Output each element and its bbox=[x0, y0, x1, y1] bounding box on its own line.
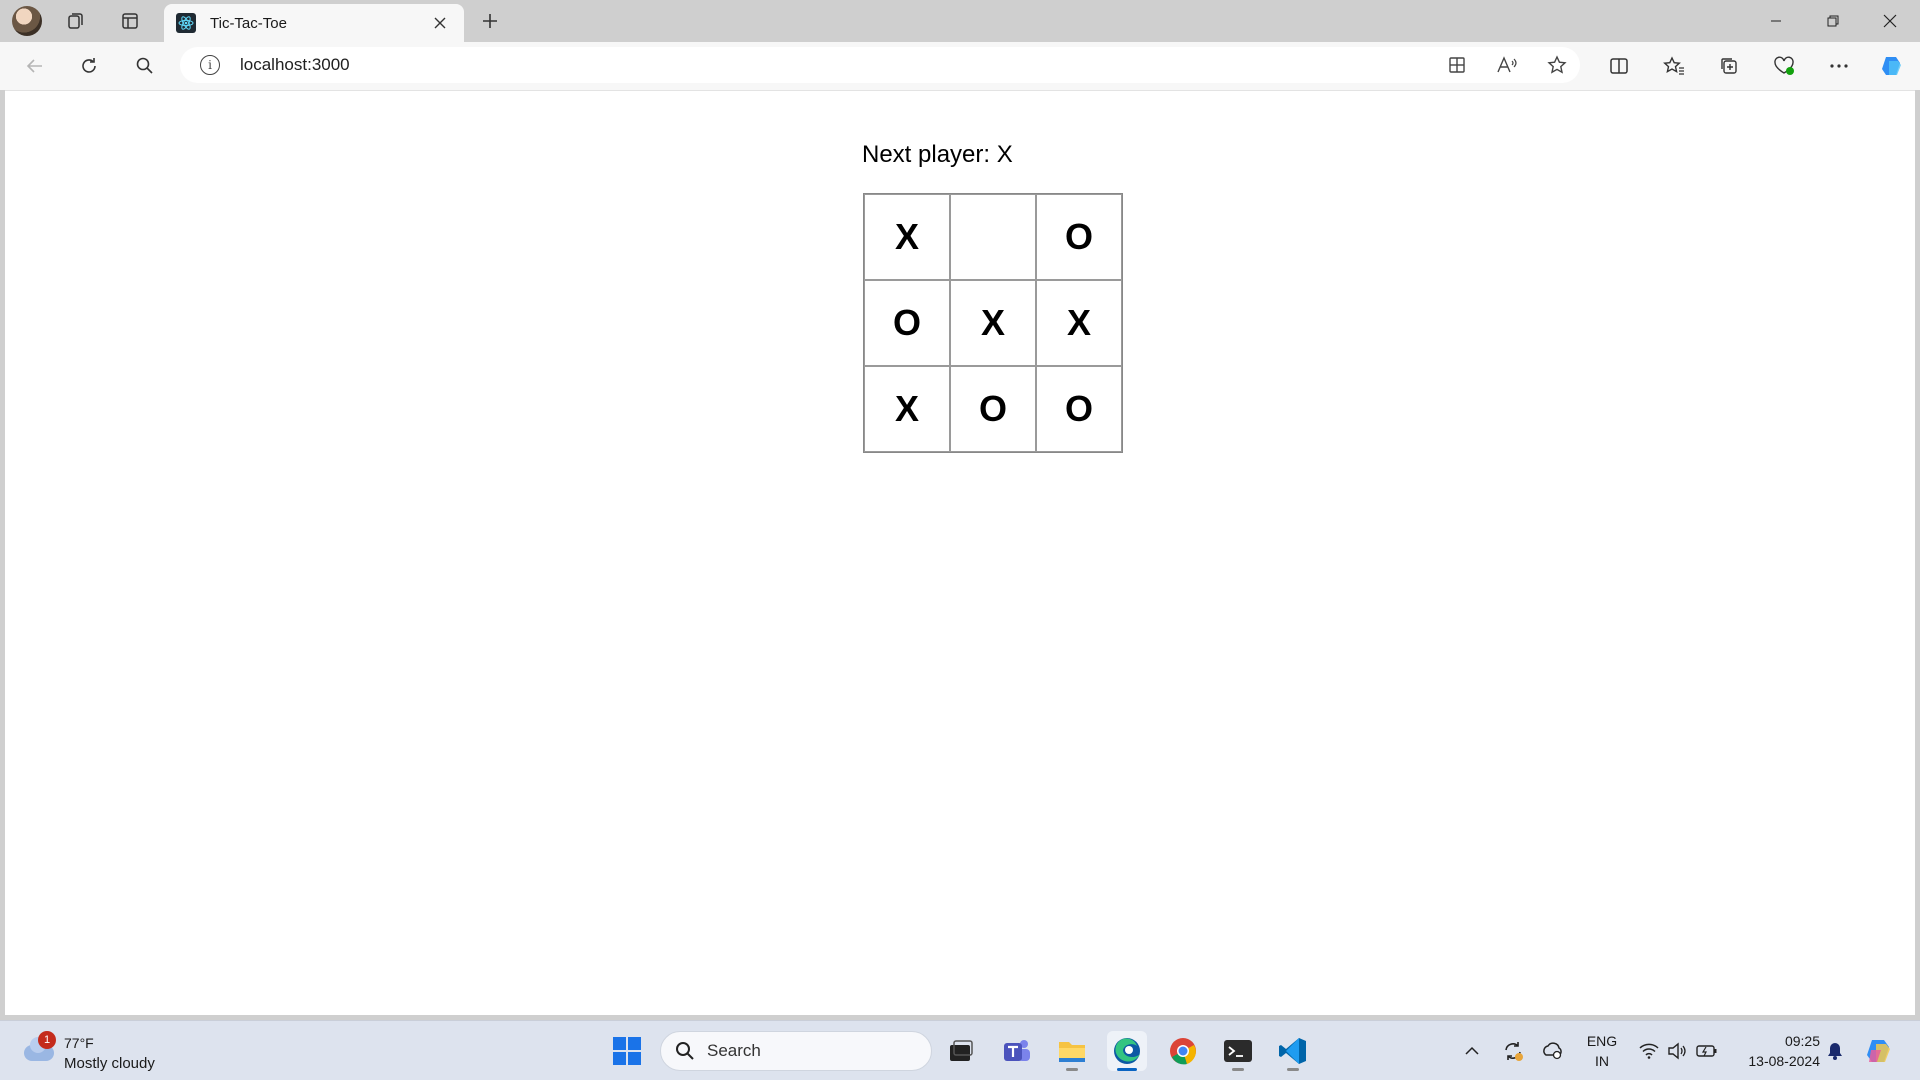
weather-badge: 1 bbox=[38, 1031, 56, 1049]
language-line1: ENG bbox=[1586, 1033, 1618, 1049]
volume-icon[interactable] bbox=[1664, 1031, 1690, 1071]
taskbar: 1 77°F Mostly cloudy Search ENG IN 09:25… bbox=[0, 1020, 1920, 1080]
app-available-icon[interactable] bbox=[1442, 51, 1472, 79]
square-2[interactable]: O bbox=[1036, 194, 1122, 280]
search-icon bbox=[676, 1042, 694, 1060]
chrome-icon[interactable] bbox=[1163, 1031, 1203, 1071]
language-line2: IN bbox=[1595, 1053, 1609, 1069]
split-screen-icon[interactable] bbox=[1602, 50, 1636, 82]
weather-temp: 77°F bbox=[64, 1035, 94, 1051]
battery-icon[interactable] bbox=[1694, 1031, 1720, 1071]
terminal-icon[interactable] bbox=[1218, 1031, 1258, 1071]
wifi-icon[interactable] bbox=[1636, 1031, 1662, 1071]
tab-title: Tic-Tac-Toe bbox=[210, 14, 287, 32]
tab-tic-tac-toe[interactable]: Tic-Tac-Toe bbox=[164, 4, 464, 42]
workspaces-icon[interactable] bbox=[60, 6, 92, 36]
refresh-icon[interactable] bbox=[72, 50, 106, 82]
profile-avatar[interactable] bbox=[12, 6, 42, 36]
weather-widget[interactable]: 1 77°F Mostly cloudy bbox=[20, 1029, 180, 1073]
task-view-icon[interactable] bbox=[941, 1031, 981, 1071]
tab-strip: Tic-Tac-Toe bbox=[0, 0, 1920, 42]
vscode-icon[interactable] bbox=[1273, 1031, 1313, 1071]
square-5[interactable]: X bbox=[1036, 280, 1122, 366]
close-tab-icon[interactable] bbox=[428, 11, 452, 35]
restore-icon[interactable] bbox=[1805, 0, 1861, 42]
game-board: X O O X X X O O bbox=[863, 193, 1123, 453]
browser-essentials-icon[interactable] bbox=[1767, 50, 1801, 82]
clock-date: 13-08-2024 bbox=[1748, 1053, 1820, 1069]
page-viewport: Next player: X X O O X X X O O bbox=[5, 90, 1915, 1015]
network-drive-icon[interactable] bbox=[1538, 1031, 1568, 1071]
square-8[interactable]: O bbox=[1036, 366, 1122, 452]
start-windows-icon[interactable] bbox=[607, 1031, 647, 1071]
copilot-pre-icon[interactable] bbox=[1862, 1031, 1898, 1071]
favorite-star-icon[interactable] bbox=[1542, 51, 1572, 79]
close-window-icon[interactable] bbox=[1862, 0, 1918, 42]
game-status: Next player: X bbox=[862, 141, 1013, 168]
square-0[interactable]: X bbox=[864, 194, 950, 280]
new-tab-icon[interactable] bbox=[474, 6, 506, 36]
browser-toolbar: i localhost:3000 bbox=[0, 42, 1920, 90]
search-icon[interactable] bbox=[128, 50, 162, 82]
file-explorer-icon[interactable] bbox=[1052, 1031, 1092, 1071]
sync-icon[interactable] bbox=[1498, 1031, 1528, 1071]
more-options-icon[interactable] bbox=[1822, 50, 1856, 82]
running-indicator bbox=[1232, 1068, 1244, 1071]
react-icon bbox=[176, 13, 196, 33]
taskbar-search[interactable]: Search bbox=[660, 1031, 932, 1071]
clock-time: 09:25 bbox=[1784, 1033, 1820, 1049]
language-indicator[interactable]: ENG IN bbox=[1582, 1031, 1622, 1071]
square-6[interactable]: X bbox=[864, 366, 950, 452]
square-4[interactable]: X bbox=[950, 280, 1036, 366]
favorites-icon[interactable] bbox=[1657, 50, 1691, 82]
square-1[interactable] bbox=[950, 194, 1036, 280]
running-indicator bbox=[1287, 1068, 1299, 1071]
tab-actions-icon[interactable] bbox=[114, 6, 146, 36]
url-text[interactable]: localhost:3000 bbox=[240, 55, 350, 75]
collections-icon[interactable] bbox=[1712, 50, 1746, 82]
active-indicator bbox=[1117, 1068, 1137, 1071]
search-label: Search bbox=[707, 1041, 761, 1060]
back-icon[interactable] bbox=[18, 50, 52, 82]
clock[interactable]: 09:25 13-08-2024 bbox=[1730, 1031, 1820, 1071]
running-indicator bbox=[1066, 1068, 1078, 1071]
show-hidden-icons-icon[interactable] bbox=[1460, 1031, 1484, 1071]
teams-icon[interactable] bbox=[997, 1031, 1037, 1071]
read-aloud-icon[interactable] bbox=[1492, 51, 1522, 79]
square-3[interactable]: O bbox=[864, 280, 950, 366]
site-info-icon[interactable]: i bbox=[200, 55, 220, 75]
address-bar[interactable]: i localhost:3000 bbox=[180, 47, 1580, 83]
copilot-icon[interactable] bbox=[1876, 50, 1910, 82]
minimize-icon[interactable] bbox=[1748, 0, 1804, 42]
edge-icon[interactable] bbox=[1107, 1031, 1147, 1071]
square-7[interactable]: O bbox=[950, 366, 1036, 452]
notifications-bell-icon[interactable] bbox=[1822, 1031, 1848, 1071]
weather-desc: Mostly cloudy bbox=[64, 1055, 155, 1072]
